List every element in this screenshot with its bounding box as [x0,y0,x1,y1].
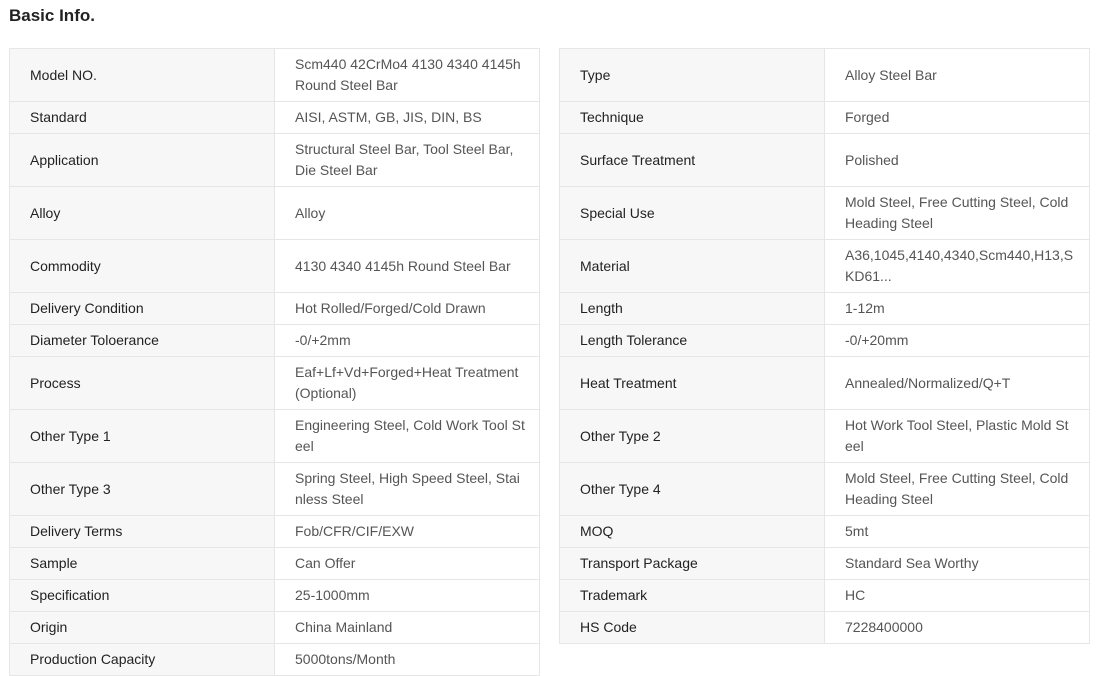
spec-row: Diameter Toloerance -0/+2mm [9,324,540,357]
spec-row: Process Eaf+Lf+Vd+Forged+Heat Treatment(… [9,356,540,410]
spec-label: Other Type 4 [559,462,825,516]
spec-label: Transport Package [559,547,825,580]
spec-row: Heat Treatment Annealed/Normalized/Q+T [559,356,1090,410]
spec-row: Special Use Mold Steel, Free Cutting Ste… [559,186,1090,240]
spec-value: Hot Rolled/Forged/Cold Drawn [274,292,540,325]
spec-value: 5mt [824,515,1090,548]
spec-label: Trademark [559,579,825,612]
spec-value: 5000tons/Month [274,643,540,676]
spec-row: MOQ 5mt [559,515,1090,548]
spec-row: Type Alloy Steel Bar [559,48,1090,102]
spec-value: -0/+20mm [824,324,1090,357]
spec-label: Length [559,292,825,325]
spec-label: Other Type 2 [559,409,825,463]
spec-value: AISI, ASTM, GB, JIS, DIN, BS [274,101,540,134]
spec-label: Alloy [9,186,275,240]
spec-row: Production Capacity 5000tons/Month [9,643,540,676]
spec-value: Polished [824,133,1090,187]
spec-label: Other Type 1 [9,409,275,463]
spec-value: Can Offer [274,547,540,580]
spec-value: Standard Sea Worthy [824,547,1090,580]
spec-value: Alloy Steel Bar [824,48,1090,102]
spec-label: Delivery Terms [9,515,275,548]
spec-row: Length 1-12m [559,292,1090,325]
spec-label: Other Type 3 [9,462,275,516]
spec-label: Special Use [559,186,825,240]
spec-value: Scm440 42CrMo4 4130 4340 4145h Round Ste… [274,48,540,102]
spec-label: Model NO. [9,48,275,102]
spec-row: Other Type 2 Hot Work Tool Steel, Plasti… [559,409,1090,463]
spec-table-right: Type Alloy Steel Bar Technique Forged Su… [559,48,1090,644]
spec-value: Hot Work Tool Steel, Plastic Mold Steel [824,409,1090,463]
spec-value: 1-12m [824,292,1090,325]
spec-label: Material [559,239,825,293]
spec-label: Application [9,133,275,187]
spec-value: Annealed/Normalized/Q+T [824,356,1090,410]
spec-label: Type [559,48,825,102]
spec-value: Eaf+Lf+Vd+Forged+Heat Treatment(Optional… [274,356,540,410]
spec-label: Diameter Toloerance [9,324,275,357]
spec-label: HS Code [559,611,825,644]
spec-label: Delivery Condition [9,292,275,325]
spec-label: Production Capacity [9,643,275,676]
spec-label: Process [9,356,275,410]
spec-row: Commodity 4130 4340 4145h Round Steel Ba… [9,239,540,293]
spec-value: China Mainland [274,611,540,644]
spec-value: -0/+2mm [274,324,540,357]
spec-label: Surface Treatment [559,133,825,187]
spec-row: Other Type 1 Engineering Steel, Cold Wor… [9,409,540,463]
spec-label: Origin [9,611,275,644]
spec-value: Forged [824,101,1090,134]
spec-row: Transport Package Standard Sea Worthy [559,547,1090,580]
spec-row: Delivery Condition Hot Rolled/Forged/Col… [9,292,540,325]
spec-label: Standard [9,101,275,134]
spec-value: Alloy [274,186,540,240]
spec-row: HS Code 7228400000 [559,611,1090,644]
spec-value: Mold Steel, Free Cutting Steel, Cold Hea… [824,186,1090,240]
spec-row: Origin China Mainland [9,611,540,644]
spec-row: Standard AISI, ASTM, GB, JIS, DIN, BS [9,101,540,134]
spec-row: Other Type 4 Mold Steel, Free Cutting St… [559,462,1090,516]
spec-value: Mold Steel, Free Cutting Steel, Cold Hea… [824,462,1090,516]
spec-row: Alloy Alloy [9,186,540,240]
spec-row: Length Tolerance -0/+20mm [559,324,1090,357]
spec-value: HC [824,579,1090,612]
spec-row: Surface Treatment Polished [559,133,1090,187]
spec-label: Sample [9,547,275,580]
spec-label: Length Tolerance [559,324,825,357]
spec-value: A36,1045,4140,4340,Scm440,H13,SKD61... [824,239,1090,293]
spec-table-left: Model NO. Scm440 42CrMo4 4130 4340 4145h… [9,48,540,676]
spec-row: Specification 25-1000mm [9,579,540,612]
spec-value: Engineering Steel, Cold Work Tool Steel [274,409,540,463]
spec-label: Technique [559,101,825,134]
spec-row: Sample Can Offer [9,547,540,580]
spec-label: Commodity [9,239,275,293]
spec-value: 7228400000 [824,611,1090,644]
spec-value: 4130 4340 4145h Round Steel Bar [274,239,540,293]
section-title: Basic Info. [9,6,95,25]
spec-row: Trademark HC [559,579,1090,612]
spec-value: Structural Steel Bar, Tool Steel Bar, Di… [274,133,540,187]
spec-label: Specification [9,579,275,612]
spec-label: Heat Treatment [559,356,825,410]
spec-value: Spring Steel, High Speed Steel, Stainles… [274,462,540,516]
spec-label: MOQ [559,515,825,548]
spec-value: 25-1000mm [274,579,540,612]
spec-value: Fob/CFR/CIF/EXW [274,515,540,548]
spec-row: Delivery Terms Fob/CFR/CIF/EXW [9,515,540,548]
spec-row: Application Structural Steel Bar, Tool S… [9,133,540,187]
spec-row: Other Type 3 Spring Steel, High Speed St… [9,462,540,516]
spec-row: Material A36,1045,4140,4340,Scm440,H13,S… [559,239,1090,293]
spec-row: Technique Forged [559,101,1090,134]
spec-row: Model NO. Scm440 42CrMo4 4130 4340 4145h… [9,48,540,102]
